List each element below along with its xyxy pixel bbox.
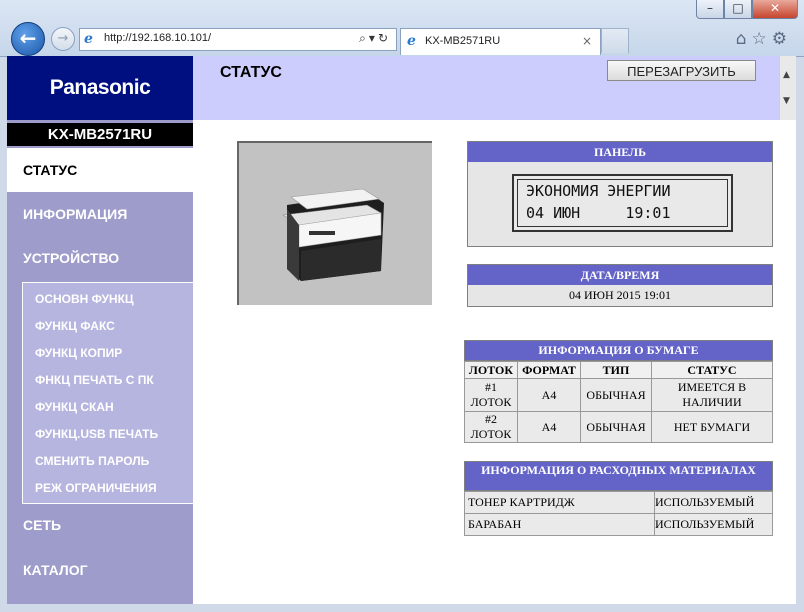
forward-button[interactable]: → xyxy=(51,27,75,51)
paper-table: ЛОТОК ФОРМАТ ТИП СТАТУС #1 ЛОТОК A4 ОБЫЧ… xyxy=(464,361,773,443)
table-row: ТОНЕР КАРТРИДЖ ИСПОЛЬЗУЕМЫЙ xyxy=(464,491,773,514)
col-type: ТИП xyxy=(580,361,652,379)
back-button[interactable]: ← xyxy=(11,22,45,56)
status-cell: НЕТ БУМАГИ xyxy=(651,411,773,443)
submenu-item-restrictions[interactable]: РЕЖ ОГРАНИЧЕНИЯ xyxy=(35,481,157,495)
table-row: БАРАБАН ИСПОЛЬЗУЕМЫЙ xyxy=(464,513,773,536)
dropdown-icon[interactable]: ▾ xyxy=(369,31,378,45)
reboot-button[interactable]: ПЕРЕЗАГРУЗИТЬ xyxy=(607,60,756,81)
format-cell: A4 xyxy=(517,411,581,443)
tab-title: KX-MB2571RU xyxy=(425,35,501,47)
datetime-value: 04 ИЮН 2015 19:01 xyxy=(569,288,671,302)
tray-cell: #1 ЛОТОК xyxy=(464,378,518,412)
submenu-item-basic[interactable]: ОСНОВН ФУНКЦ xyxy=(35,292,134,306)
forward-arrow-icon: → xyxy=(57,31,69,46)
sidebar-item-directory[interactable]: КАТАЛОГ xyxy=(7,548,193,592)
new-tab-button[interactable] xyxy=(601,28,629,53)
tab-close-icon[interactable]: × xyxy=(582,34,592,48)
sidebar-item-status[interactable]: СТАТУС xyxy=(7,148,193,192)
consumable-status: ИСПОЛЬЗУЕМЫЙ xyxy=(654,491,773,514)
device-submenu: ОСНОВН ФУНКЦ ФУНКЦ ФАКС ФУНКЦ КОПИР ФНКЦ… xyxy=(22,282,193,504)
paper-table-header: ЛОТОК ФОРМАТ ТИП СТАТУС xyxy=(464,361,773,379)
submenu-item-pc-print[interactable]: ФНКЦ ПЕЧАТЬ С ПК xyxy=(35,373,154,387)
browser-tab[interactable]: e KX-MB2571RU × xyxy=(400,28,601,55)
submenu-item-copy[interactable]: ФУНКЦ КОПИР xyxy=(35,346,122,360)
submenu-item-usb-print[interactable]: ФУНКЦ.USB ПЕЧАТЬ xyxy=(35,427,158,441)
brand-logo: Panasonic xyxy=(7,56,193,120)
consumables-table: ТОНЕР КАРТРИДЖ ИСПОЛЬЗУЕМЫЙ БАРАБАН ИСПО… xyxy=(464,491,773,536)
minimize-button[interactable]: – xyxy=(696,0,724,19)
browser-tools: ⌂☆⚙ xyxy=(736,29,792,49)
datetime-title: ДАТА/ВРЕМЯ xyxy=(468,265,772,285)
vertical-scrollbar[interactable]: ▲ ▼ xyxy=(779,56,796,120)
lcd-line-2: 04 ИЮН 19:01 xyxy=(526,204,671,222)
consumable-name: ТОНЕР КАРТРИДЖ xyxy=(464,491,655,514)
consumables-info: ИНФОРМАЦИЯ О РАСХОДНЫХ МАТЕРИАЛАХ ТОНЕР … xyxy=(464,461,773,536)
window-controls: – □ ✕ xyxy=(696,0,798,19)
sidebar-item-device[interactable]: УСТРОЙСТВО xyxy=(7,236,193,280)
close-window-button[interactable]: ✕ xyxy=(752,0,798,19)
settings-gear-icon[interactable]: ⚙ xyxy=(772,29,792,49)
col-tray: ЛОТОК xyxy=(464,361,518,379)
tab-ie-icon: e xyxy=(407,33,416,49)
type-cell: ОБЫЧНАЯ xyxy=(580,378,652,412)
sidebar-item-information[interactable]: ИНФОРМАЦИЯ xyxy=(7,192,193,236)
submenu-item-change-password[interactable]: СМЕНИТЬ ПАРОЛЬ xyxy=(35,454,149,468)
sidebar: Panasonic KX-MB2571RU СТАТУС ИНФОРМАЦИЯ … xyxy=(7,56,193,604)
type-cell: ОБЫЧНАЯ xyxy=(580,411,652,443)
ie-logo-icon: e xyxy=(84,31,93,47)
model-label: KX-MB2571RU xyxy=(7,123,193,146)
consumable-name: БАРАБАН xyxy=(464,513,655,536)
status-cell: ИМЕЕТСЯ В НАЛИЧИИ xyxy=(651,378,773,412)
sidebar-item-network[interactable]: СЕТЬ xyxy=(7,503,193,547)
table-row: #1 ЛОТОК A4 ОБЫЧНАЯ ИМЕЕТСЯ В НАЛИЧИИ xyxy=(464,378,773,412)
paper-info-title: ИНФОРМАЦИЯ О БУМАГЕ xyxy=(464,340,773,361)
browser-chrome: – □ ✕ ← → e http://192.168.10.101/ ⌕▾↻ e… xyxy=(0,0,804,57)
back-arrow-icon: ← xyxy=(19,26,37,50)
web-page: Panasonic KX-MB2571RU СТАТУС ИНФОРМАЦИЯ … xyxy=(7,56,796,604)
consumable-status: ИСПОЛЬЗУЕМЫЙ xyxy=(654,513,773,536)
maximize-button[interactable]: □ xyxy=(724,0,752,19)
panel-box: ПАНЕЛЬ ЭКОНОМИЯ ЭНЕРГИИ 04 ИЮН 19:01 xyxy=(467,141,773,247)
lcd-display: ЭКОНОМИЯ ЭНЕРГИИ 04 ИЮН 19:01 xyxy=(512,174,733,232)
home-icon[interactable]: ⌂ xyxy=(736,29,752,49)
submenu-item-scan[interactable]: ФУНКЦ СКАН xyxy=(35,400,114,414)
printer-image xyxy=(237,141,432,305)
col-status: СТАТУС xyxy=(651,361,773,379)
consumables-title: ИНФОРМАЦИЯ О РАСХОДНЫХ МАТЕРИАЛАХ xyxy=(464,461,773,491)
panel-title: ПАНЕЛЬ xyxy=(468,142,772,162)
refresh-icon[interactable]: ↻ xyxy=(378,31,391,45)
favorites-star-icon[interactable]: ☆ xyxy=(752,29,772,49)
datetime-box: ДАТА/ВРЕМЯ 04 ИЮН 2015 19:01 xyxy=(467,264,773,307)
paper-info: ИНФОРМАЦИЯ О БУМАГЕ ЛОТОК ФОРМАТ ТИП СТА… xyxy=(464,340,773,443)
table-row: #2 ЛОТОК A4 ОБЫЧНАЯ НЕТ БУМАГИ xyxy=(464,411,773,443)
address-url[interactable]: http://192.168.10.101/ xyxy=(104,32,211,44)
address-bar[interactable]: e http://192.168.10.101/ ⌕▾↻ xyxy=(79,28,397,51)
format-cell: A4 xyxy=(517,378,581,412)
search-icon[interactable]: ⌕ xyxy=(359,31,369,45)
scroll-up-icon[interactable]: ▲ xyxy=(783,70,790,80)
page-title: СТАТУС xyxy=(220,64,282,81)
printer-icon xyxy=(282,188,384,281)
scroll-down-icon[interactable]: ▼ xyxy=(783,96,790,106)
address-tools: ⌕▾↻ xyxy=(359,31,391,46)
tray-cell: #2 ЛОТОК xyxy=(464,411,518,443)
submenu-item-fax[interactable]: ФУНКЦ ФАКС xyxy=(35,319,115,333)
lcd-line-1: ЭКОНОМИЯ ЭНЕРГИИ xyxy=(526,182,671,200)
col-format: ФОРМАТ xyxy=(517,361,581,379)
page-header: СТАТУС ПЕРЕЗАГРУЗИТЬ xyxy=(193,56,779,120)
